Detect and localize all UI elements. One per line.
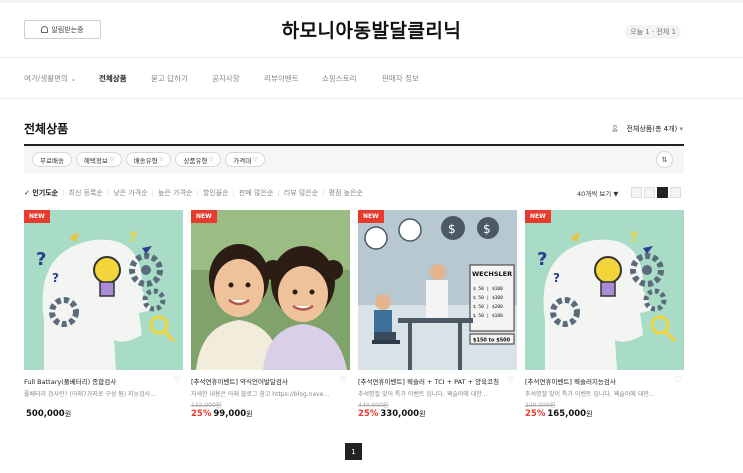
view-grid-large-icon[interactable] xyxy=(670,187,681,198)
new-badge: NEW xyxy=(24,210,50,223)
new-badge: NEW xyxy=(191,210,217,223)
sort-popular[interactable]: ✓ 인기도순 xyxy=(24,188,58,198)
product-image[interactable]: ? ? ? NEW xyxy=(525,210,684,370)
filter-chips: 무료배송 혜택정보 ▽ 배송유형 ▽ 상품유형 ▽ 가격대 ▽ xyxy=(32,152,266,167)
children-photo xyxy=(191,210,350,370)
original-price: 132,000원 xyxy=(191,402,222,409)
sort-high-price[interactable]: 높은 가격순 xyxy=(158,188,192,198)
nav-item-qna[interactable]: 묻고 답하기 xyxy=(151,73,188,84)
sort-options: ✓ 인기도순 | 최신 등록순 | 낮은 가격순 | 높은 가격순 | 할인율순 | 판매… xyxy=(24,188,363,198)
heart-icon[interactable]: ♡ xyxy=(173,376,181,386)
chevron-down-icon: ▽ xyxy=(109,156,114,163)
svg-text:$: $ xyxy=(483,222,491,236)
view-count-select[interactable]: 40개씩 보기 ▼ xyxy=(577,188,618,198)
breadcrumb-home[interactable]: 홈 xyxy=(612,125,618,133)
price: 25% 165,000원 xyxy=(525,409,593,419)
discount-rate: 25% xyxy=(525,409,546,419)
breadcrumb: 홈 전체상품(총 4개) ▾ xyxy=(612,124,683,134)
sort-low-price[interactable]: 낮은 가격순 xyxy=(113,188,147,198)
product-name[interactable]: [추석연휴이벤트] 약식언어발달검사 xyxy=(191,376,336,386)
nav-item-leisure[interactable]: 여가/생활편의 ⌄ xyxy=(24,73,77,84)
filter-settings-icon[interactable]: ⇅ xyxy=(656,151,673,168)
sign-title: WECHSLER xyxy=(472,270,512,278)
caret-down-icon: ▼ xyxy=(613,190,619,198)
sort-reviews[interactable]: 리뷰 많은순 xyxy=(284,188,318,198)
sign-line: $ 50 | $200 xyxy=(473,304,503,310)
price: 500,000원 xyxy=(26,409,72,419)
heart-icon[interactable]: ♡ xyxy=(507,376,515,386)
product-name[interactable]: Full Battary(풀베터리) 종합검사 xyxy=(24,376,169,386)
product-image[interactable]: $ $ WECHSLER $ 50 | $100 $ 50 | $300 $ 5… xyxy=(358,210,517,370)
heart-icon[interactable]: ♡ xyxy=(340,376,348,386)
sign-line: $ 50 | $300 xyxy=(473,295,503,301)
filter-benefit[interactable]: 혜택정보 ▽ xyxy=(75,152,122,167)
original-price: 440,000원 xyxy=(358,402,389,409)
original-price xyxy=(24,400,183,408)
sort-rating[interactable]: 평점 높은순 xyxy=(329,188,363,198)
filter-free-shipping[interactable]: 무료배송 xyxy=(32,152,72,167)
discount-rate: 25% xyxy=(358,409,379,419)
sign-line: $ 50 | $100 xyxy=(473,286,503,292)
nav-item-seller-info[interactable]: 판매자 정보 xyxy=(382,73,419,84)
nav-item-review-event[interactable]: 리뷰이벤트 xyxy=(264,73,299,84)
product-card[interactable]: ? ? ? NEW Full Battary(풀베터리) 종합검사 ♡ 풀베터리… xyxy=(24,210,183,419)
chevron-down-icon: ▽ xyxy=(209,156,214,163)
new-badge: NEW xyxy=(358,210,384,223)
top-divider xyxy=(0,0,743,3)
original-price: 220,000원 xyxy=(525,402,556,409)
new-badge: NEW xyxy=(525,210,551,223)
price: 25% 330,000원 xyxy=(358,409,426,419)
brain-illustration: ? ? ? xyxy=(24,210,183,370)
sort-sales[interactable]: 판매 많은순 xyxy=(239,188,273,198)
view-toggle xyxy=(631,187,681,198)
svg-text:?: ? xyxy=(553,271,560,285)
heart-icon[interactable]: ♡ xyxy=(674,376,682,386)
price-range-label: $150 to $500 xyxy=(473,338,511,344)
svg-text:?: ? xyxy=(52,271,59,285)
nav-divider-top xyxy=(0,57,743,58)
sign-line: $ 50 | $180 xyxy=(473,313,503,319)
sort-latest[interactable]: 최신 등록순 xyxy=(68,188,102,198)
nav-item-notice[interactable]: 공지사항 xyxy=(212,73,240,84)
product-desc: 추석명절 맞이 특가 이벤트 입니다. 웩슬러에 대한... xyxy=(525,391,655,398)
product-desc: 추석명절 맞이 특가 이벤트 입니다. 웩슬러에 대한... xyxy=(358,391,488,398)
view-list-icon[interactable] xyxy=(631,187,642,198)
product-image[interactable]: NEW xyxy=(191,210,350,370)
product-card[interactable]: $ $ WECHSLER $ 50 | $100 $ 50 | $300 $ 5… xyxy=(358,210,517,419)
visitor-count: 오늘 1 · 전체 1 xyxy=(625,25,681,39)
breadcrumb-current[interactable]: 전체상품(총 4개) xyxy=(626,125,677,133)
svg-text:?: ? xyxy=(129,230,137,246)
product-card[interactable]: ? ? ? NEW [추석연휴이벤트] 웩슬러지능검사 ♡ 추석명절 맞이 특가… xyxy=(525,210,684,419)
view-grid-icon[interactable] xyxy=(657,187,668,198)
filter-delivery-type[interactable]: 배송유형 ▽ xyxy=(125,152,172,167)
product-image[interactable]: ? ? ? NEW xyxy=(24,210,183,370)
pagination-current[interactable]: 1 xyxy=(345,443,362,460)
discount-rate: 25% xyxy=(191,409,212,419)
product-card[interactable]: NEW [추석연휴이벤트] 약식언어발달검사 ♡ 자세한 내용은 아래 블로그 … xyxy=(191,210,350,419)
product-name[interactable]: [추석연휴이벤트] 웩슬러지능검사 xyxy=(525,376,670,386)
filter-price-range[interactable]: 가격대 ▽ xyxy=(225,152,266,167)
chevron-down-icon: ▽ xyxy=(253,156,258,163)
sort-discount[interactable]: 할인율순 xyxy=(203,188,229,198)
svg-text:?: ? xyxy=(36,249,46,270)
filter-product-type[interactable]: 상품유형 ▽ xyxy=(175,152,222,167)
nav-divider-bottom xyxy=(0,98,743,99)
svg-text:?: ? xyxy=(537,249,547,270)
chevron-down-icon: ▽ xyxy=(159,156,164,163)
test-illustration: $ $ WECHSLER $ 50 | $100 $ 50 | $300 $ 5… xyxy=(358,210,517,370)
chevron-down-icon[interactable]: ▾ xyxy=(677,125,683,133)
product-name[interactable]: [추석연휴이벤트] 웩슬러 + TCI + PAT + 양육코칭 xyxy=(358,376,503,386)
nav-item-all-products[interactable]: 전체상품 xyxy=(99,73,127,84)
brain-illustration: ? ? ? xyxy=(525,210,684,370)
nav-item-shopping-story[interactable]: 쇼핑스토리 xyxy=(322,73,357,84)
product-desc: 풀베터리 검사란? (아래7가지로 구성 됨) 지능검사... xyxy=(24,391,156,398)
svg-text:?: ? xyxy=(630,230,638,246)
svg-text:$: $ xyxy=(448,222,456,236)
page-title: 전체상품 xyxy=(24,122,69,136)
view-grid-small-icon[interactable] xyxy=(644,187,655,198)
price: 25% 99,000원 xyxy=(191,409,253,419)
product-desc: 자세한 내용은 아래 블로그 참고 https://blog.nave... xyxy=(191,391,330,398)
